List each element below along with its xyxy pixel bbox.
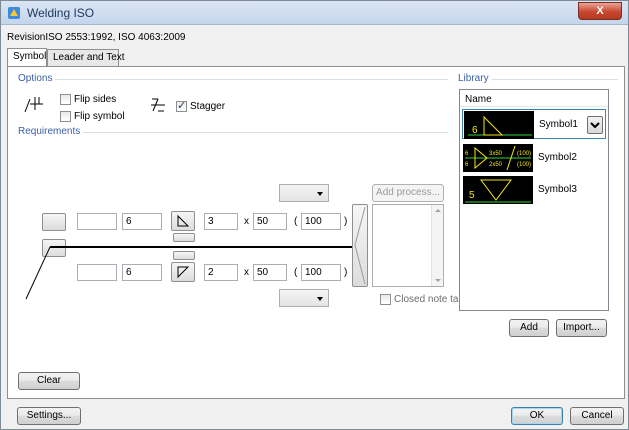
fillet-weld-bottom-icon bbox=[177, 266, 190, 279]
chevron-down-icon bbox=[590, 122, 600, 129]
tab-symbol[interactable]: Symbol bbox=[7, 48, 47, 67]
top-size-input[interactable]: 6 bbox=[122, 213, 162, 230]
import-library-button[interactable]: Import... bbox=[556, 319, 607, 337]
top-paren-close: ) bbox=[344, 216, 348, 227]
top-times-label: x bbox=[244, 216, 249, 227]
top-weld-symbol-button[interactable] bbox=[171, 211, 195, 231]
process-notes-list[interactable] bbox=[372, 204, 444, 287]
dialog-footer: Settings... OK Cancel bbox=[1, 401, 628, 429]
tail-button[interactable] bbox=[352, 204, 368, 287]
flip-sides-icon bbox=[24, 97, 43, 113]
scroll-up-icon[interactable] bbox=[435, 209, 441, 212]
symbol3-thumbnail: 5 bbox=[463, 176, 533, 204]
symbol2-thumbnail: 6 6 3x50 2x50 (100) (100) bbox=[463, 144, 533, 172]
flip-symbol-box[interactable] bbox=[60, 111, 71, 122]
top-prefix-input[interactable] bbox=[77, 213, 117, 230]
library-item-symbol3[interactable]: 5 Symbol3 bbox=[462, 175, 606, 205]
library-list[interactable]: Name 6 Symbol1 6 6 3x50 2x50 (100) (100)… bbox=[459, 89, 609, 311]
stagger-label: Stagger bbox=[190, 101, 226, 112]
top-pitch-input[interactable]: 100 bbox=[301, 213, 341, 230]
app-icon bbox=[8, 7, 20, 19]
tail-icon bbox=[354, 206, 366, 285]
fillet-weld-icon bbox=[177, 214, 190, 227]
window-title: Welding ISO bbox=[27, 6, 95, 20]
flip-sides-checkbox[interactable]: Flip sides bbox=[60, 94, 116, 105]
flip-symbol-checkbox[interactable]: Flip symbol bbox=[60, 111, 125, 122]
flip-sides-box[interactable] bbox=[60, 94, 71, 105]
requirements-group-label: Requirements bbox=[18, 126, 84, 137]
tab-leader-and-text[interactable]: Leader and Text bbox=[47, 49, 125, 66]
symbol1-dropdown[interactable] bbox=[587, 116, 603, 134]
library-item-symbol1[interactable]: 6 Symbol1 bbox=[462, 109, 606, 139]
symbol2-pitch-top: (100) bbox=[517, 151, 531, 157]
close-button[interactable]: X bbox=[578, 2, 622, 20]
stagger-box[interactable] bbox=[176, 99, 187, 112]
cancel-button[interactable]: Cancel bbox=[570, 407, 624, 425]
bottom-process-dropdown[interactable] bbox=[279, 289, 329, 307]
library-column-header: Name bbox=[465, 94, 492, 105]
revision-text: RevisionISO 2553:1992, ISO 4063:2009 bbox=[7, 32, 186, 43]
bottom-paren-open: ( bbox=[294, 267, 298, 278]
closed-note-tail-box[interactable] bbox=[380, 294, 391, 305]
closed-note-tail-checkbox[interactable]: Closed note tail bbox=[380, 294, 463, 305]
process-notes-scrollbar[interactable] bbox=[431, 205, 443, 286]
scroll-down-icon[interactable] bbox=[435, 279, 441, 282]
top-length-b-input[interactable]: 50 bbox=[253, 213, 287, 230]
flip-symbol-label: Flip symbol bbox=[74, 111, 125, 122]
title-bar[interactable]: Welding ISO X bbox=[1, 1, 628, 25]
add-process-button[interactable]: Add process... bbox=[372, 184, 444, 202]
library-item-label: Symbol1 bbox=[539, 119, 578, 130]
symbol1-thumbnail: 6 bbox=[464, 111, 534, 139]
options-group-line bbox=[18, 79, 448, 80]
bottom-size-input[interactable]: 6 bbox=[122, 264, 162, 281]
library-item-symbol2[interactable]: 6 6 3x50 2x50 (100) (100) Symbol2 bbox=[462, 143, 606, 173]
library-item-label: Symbol2 bbox=[538, 152, 577, 163]
symbol2-pitch-bottom: (100) bbox=[517, 162, 531, 168]
closed-note-tail-label: Closed note tail bbox=[394, 294, 463, 305]
bottom-times-label: x bbox=[244, 267, 249, 278]
options-group-label: Options bbox=[18, 73, 56, 84]
stagger-checkbox[interactable]: Stagger bbox=[176, 99, 226, 112]
flip-sides-label: Flip sides bbox=[74, 94, 117, 105]
welding-iso-dialog: Welding ISO X RevisionISO 2553:1992, ISO… bbox=[0, 0, 629, 430]
settings-button[interactable]: Settings... bbox=[17, 407, 81, 425]
top-process-dropdown[interactable] bbox=[279, 184, 329, 202]
stagger-icon bbox=[151, 98, 165, 112]
bottom-weld-symbol-button[interactable] bbox=[171, 262, 195, 282]
symbol2-label-top: 3x50 bbox=[489, 151, 503, 157]
library-group-label: Library bbox=[458, 73, 492, 84]
add-library-button[interactable]: Add bbox=[509, 319, 549, 337]
top-field-weld-button[interactable] bbox=[42, 213, 66, 231]
library-item-label: Symbol3 bbox=[538, 184, 577, 195]
header-divider bbox=[460, 106, 608, 107]
chevron-down-icon bbox=[317, 297, 323, 301]
top-length-a-input[interactable]: 3 bbox=[204, 213, 238, 230]
bottom-length-a-input[interactable]: 2 bbox=[204, 264, 238, 281]
bottom-pitch-input[interactable]: 100 bbox=[301, 264, 341, 281]
top-paren-open: ( bbox=[294, 216, 298, 227]
ok-button[interactable]: OK bbox=[511, 407, 563, 425]
bottom-paren-close: ) bbox=[344, 267, 348, 278]
bottom-prefix-input[interactable] bbox=[77, 264, 117, 281]
symbol1-thumb-label: 6 bbox=[472, 125, 478, 136]
bottom-length-b-input[interactable]: 50 bbox=[253, 264, 287, 281]
symbol2-label-bottom: 2x50 bbox=[489, 162, 503, 168]
chevron-down-icon bbox=[317, 192, 323, 196]
symbol3-thumb-label: 5 bbox=[469, 190, 475, 201]
clear-button[interactable]: Clear bbox=[18, 372, 80, 390]
